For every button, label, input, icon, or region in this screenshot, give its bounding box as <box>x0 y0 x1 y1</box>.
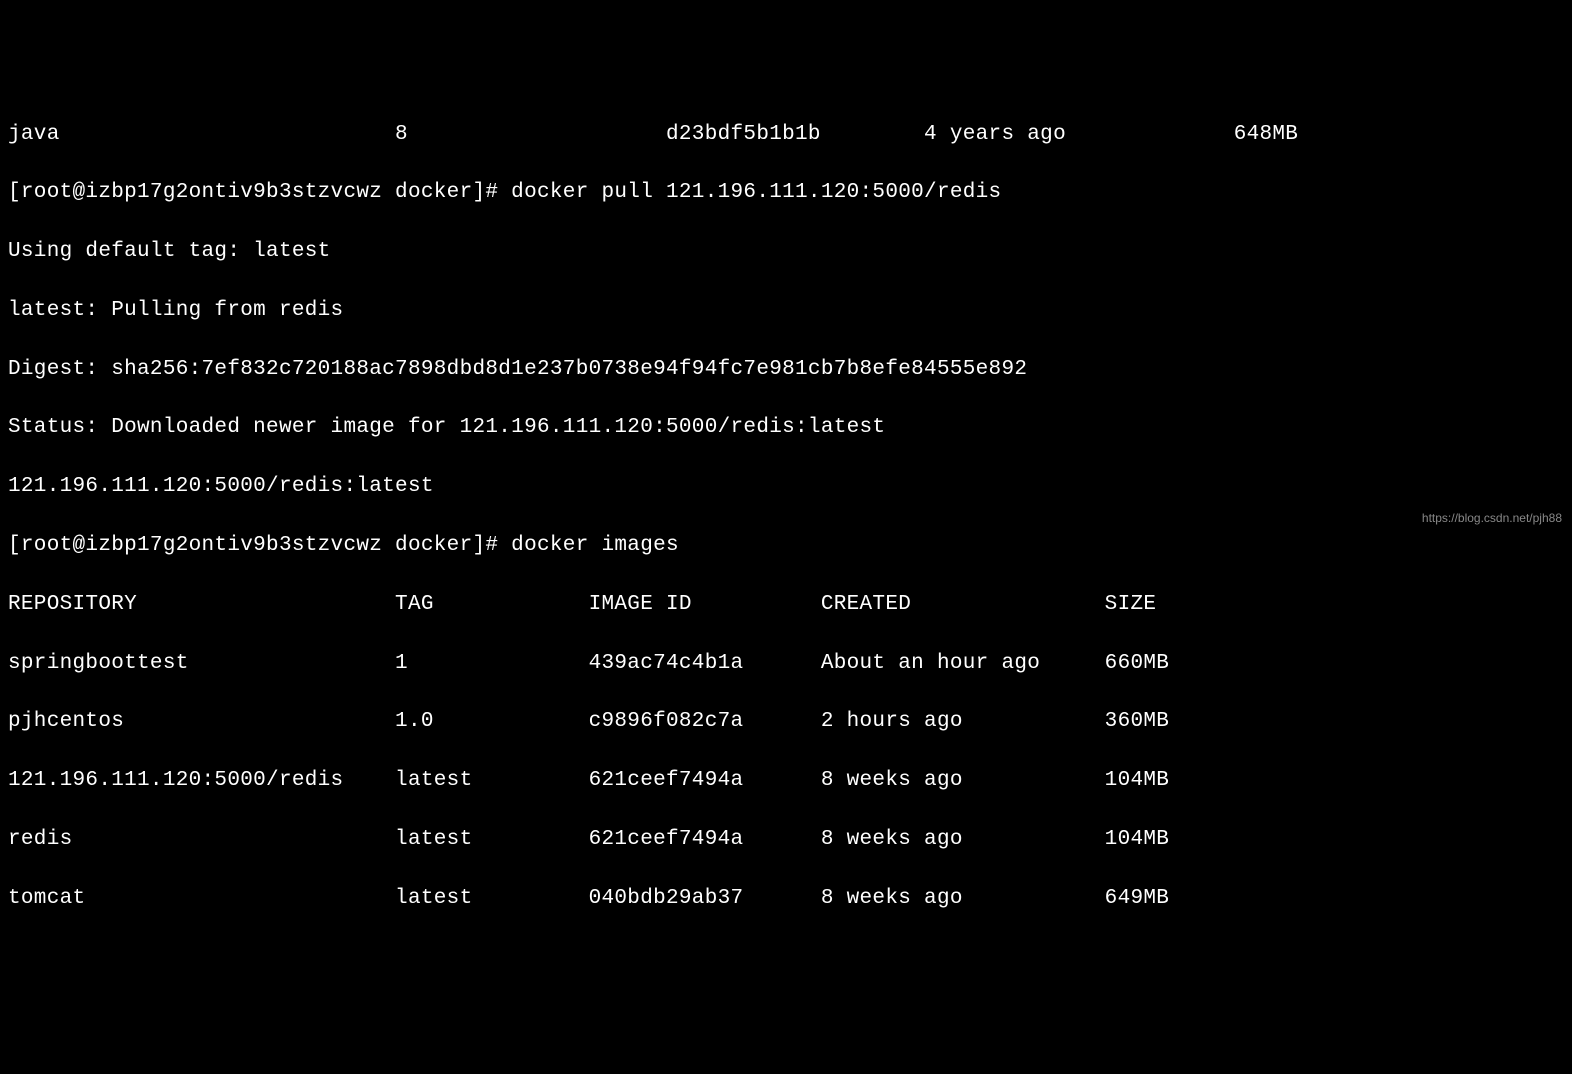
table-row: redis latest 621ceef7494a 8 weeks ago 10… <box>8 825 1564 854</box>
table-row: springboottest 1 439ac74c4b1a About an h… <box>8 649 1564 678</box>
terminal-output-line: Using default tag: latest <box>8 237 1564 266</box>
terminal-prompt-line: [root@izbp17g2ontiv9b3stzvcwz docker]# d… <box>8 531 1564 560</box>
terminal-output-line: Status: Downloaded newer image for 121.1… <box>8 413 1564 442</box>
watermark-text: https://blog.csdn.net/pjh88 <box>1422 510 1562 527</box>
terminal-output-line: latest: Pulling from redis <box>8 296 1564 325</box>
table-row: tomcat latest 040bdb29ab37 8 weeks ago 6… <box>8 884 1564 913</box>
terminal-output-line: 121.196.111.120:5000/redis:latest <box>8 472 1564 501</box>
terminal-output-line: java 8 d23bdf5b1b1b 4 years ago 648MB <box>8 120 1564 149</box>
terminal-prompt-line: [root@izbp17g2ontiv9b3stzvcwz docker]# d… <box>8 178 1564 207</box>
table-header-line: REPOSITORY TAG IMAGE ID CREATED SIZE <box>8 590 1564 619</box>
terminal-output-line: Digest: sha256:7ef832c720188ac7898dbd8d1… <box>8 355 1564 384</box>
table-row: 121.196.111.120:5000/redis latest 621cee… <box>8 766 1564 795</box>
table-row: pjhcentos 1.0 c9896f082c7a 2 hours ago 3… <box>8 707 1564 736</box>
